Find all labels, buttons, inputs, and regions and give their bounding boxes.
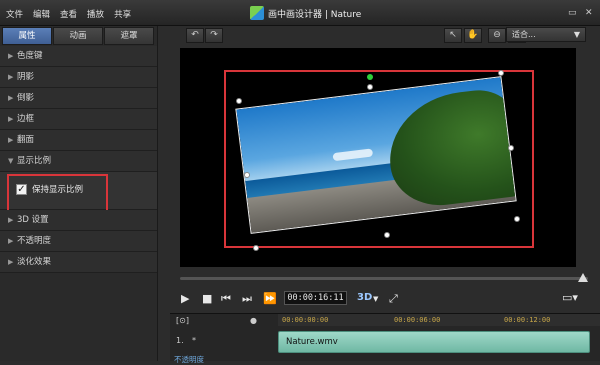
clip-nature[interactable]: Nature.wmv <box>278 331 590 353</box>
opacity-track-label: 不透明度 <box>174 355 204 364</box>
prop-aspect-ratio[interactable]: ▼ 显示比例 <box>0 151 157 172</box>
prop-reflection[interactable]: ▶ 倒影 <box>0 88 157 109</box>
chevron-down-icon[interactable]: ▼ <box>373 295 378 303</box>
collapse-arrow-icon: ▼ <box>8 157 14 165</box>
fullscreen-icon[interactable]: ⤢ <box>389 292 398 306</box>
rotate-handle[interactable] <box>367 74 373 80</box>
seek-thumb[interactable] <box>578 273 588 282</box>
play-icon[interactable]: ▶ <box>181 292 189 305</box>
app-logo-icon <box>250 6 264 20</box>
menu-play[interactable]: 播放 <box>87 8 104 20</box>
hand-icon[interactable]: ✋ <box>464 28 482 43</box>
3d-mode-button[interactable]: 3D <box>357 292 372 303</box>
aspect-ratio-options: ✓ 保持显示比例 <box>0 172 157 213</box>
track-number: 1. <box>176 336 184 345</box>
resize-handle-r[interactable] <box>508 145 514 151</box>
prop-border[interactable]: ▶ 边框 <box>0 109 157 130</box>
next-frame-icon[interactable]: ⏭ <box>242 292 252 306</box>
stop-icon[interactable]: ■ <box>202 292 212 305</box>
expand-arrow-icon: ▶ <box>8 52 14 60</box>
resize-handle-b[interactable] <box>384 232 390 238</box>
select-cursor-icon[interactable]: ↖ <box>444 28 462 43</box>
redo-icon[interactable]: ↷ <box>205 28 223 43</box>
menu-bar: 文件 编辑 查看 播放 共享 <box>6 8 131 20</box>
expand-arrow-icon: ▶ <box>8 258 14 266</box>
zoom-select[interactable]: 适合... ▼ <box>506 27 586 42</box>
chevron-down-icon: ▼ <box>573 30 580 39</box>
tab-properties[interactable]: 属性 <box>2 27 52 45</box>
resize-handle-tr[interactable] <box>498 70 504 76</box>
zoom-out-icon[interactable]: ⊖ <box>488 28 506 43</box>
expand-arrow-icon: ▶ <box>8 216 14 224</box>
resize-handle-tl[interactable] <box>236 98 242 104</box>
expand-arrow-icon: ▶ <box>8 237 14 245</box>
prop-opacity[interactable]: ▶ 不透明度 <box>0 231 157 252</box>
prop-flip[interactable]: ▶ 翻面 <box>0 130 157 151</box>
timeline-ruler[interactable]: 00:00:00:00 00:00:06:00 00:00:12:00 <box>278 314 600 326</box>
highlight-box <box>7 174 108 213</box>
prop-3d-settings[interactable]: ▶ 3D 设置 <box>0 210 157 231</box>
expand-arrow-icon: ▶ <box>8 94 14 102</box>
window-title-text: 画中画设计器 | Nature <box>268 9 362 20</box>
window-title: 画中画设计器 | Nature <box>250 6 361 20</box>
display-mode-icon[interactable]: ▭▾ <box>562 291 578 304</box>
menu-file[interactable]: 文件 <box>6 8 23 20</box>
seek-bar[interactable] <box>180 277 588 280</box>
panel-tabs: 属性 动画 遮罩 <box>2 27 155 45</box>
tab-animation[interactable]: 动画 <box>53 27 103 45</box>
resize-handle-t[interactable] <box>367 84 373 90</box>
expand-arrow-icon: ▶ <box>8 136 14 144</box>
minimize-icon[interactable]: ▭ <box>568 8 577 18</box>
ruler-mark: 00:00:00:00 <box>282 316 329 324</box>
close-icon[interactable]: ✕ <box>585 8 593 18</box>
track-fx-icon[interactable]: * <box>192 336 196 345</box>
expand-arrow-icon: ▶ <box>8 115 14 123</box>
expand-arrow-icon: ▶ <box>8 73 14 81</box>
prop-fade[interactable]: ▶ 淡化效果 <box>0 252 157 273</box>
undo-icon[interactable]: ↶ <box>186 28 204 43</box>
track-settings-icon[interactable]: [⊙] <box>176 316 189 325</box>
tab-mask[interactable]: 遮罩 <box>104 27 154 45</box>
timeline: 00:00:00:00 00:00:06:00 00:00:12:00 [⊙] … <box>170 313 600 364</box>
menu-edit[interactable]: 编辑 <box>33 8 50 20</box>
fast-forward-icon[interactable]: ⏩ <box>263 292 277 305</box>
menu-view[interactable]: 查看 <box>60 8 77 20</box>
resize-handle-bl[interactable] <box>253 245 259 251</box>
prev-frame-icon[interactable]: ⏮ <box>221 292 231 306</box>
track-visibility-icon[interactable]: ● <box>250 316 257 325</box>
ruler-mark: 00:00:12:00 <box>504 316 551 324</box>
title-bar: 文件 编辑 查看 播放 共享 画中画设计器 | Nature ▭ ✕ <box>0 0 600 26</box>
timecode-display: 00:00:16:11 <box>284 291 347 305</box>
resize-handle-br[interactable] <box>514 216 520 222</box>
properties-panel: 属性 动画 遮罩 ▶ 色度键 ▶ 阴影 ▶ 倒影 ▶ 边框 ▶ 翻面 ▼ 显示比例 ✓ 保持… <box>0 26 158 361</box>
prop-chroma-key[interactable]: ▶ 色度键 <box>0 46 157 67</box>
prop-shadow[interactable]: ▶ 阴影 <box>0 67 157 88</box>
ruler-mark: 00:00:06:00 <box>394 316 441 324</box>
menu-share[interactable]: 共享 <box>114 8 131 20</box>
resize-handle-l[interactable] <box>244 172 250 178</box>
